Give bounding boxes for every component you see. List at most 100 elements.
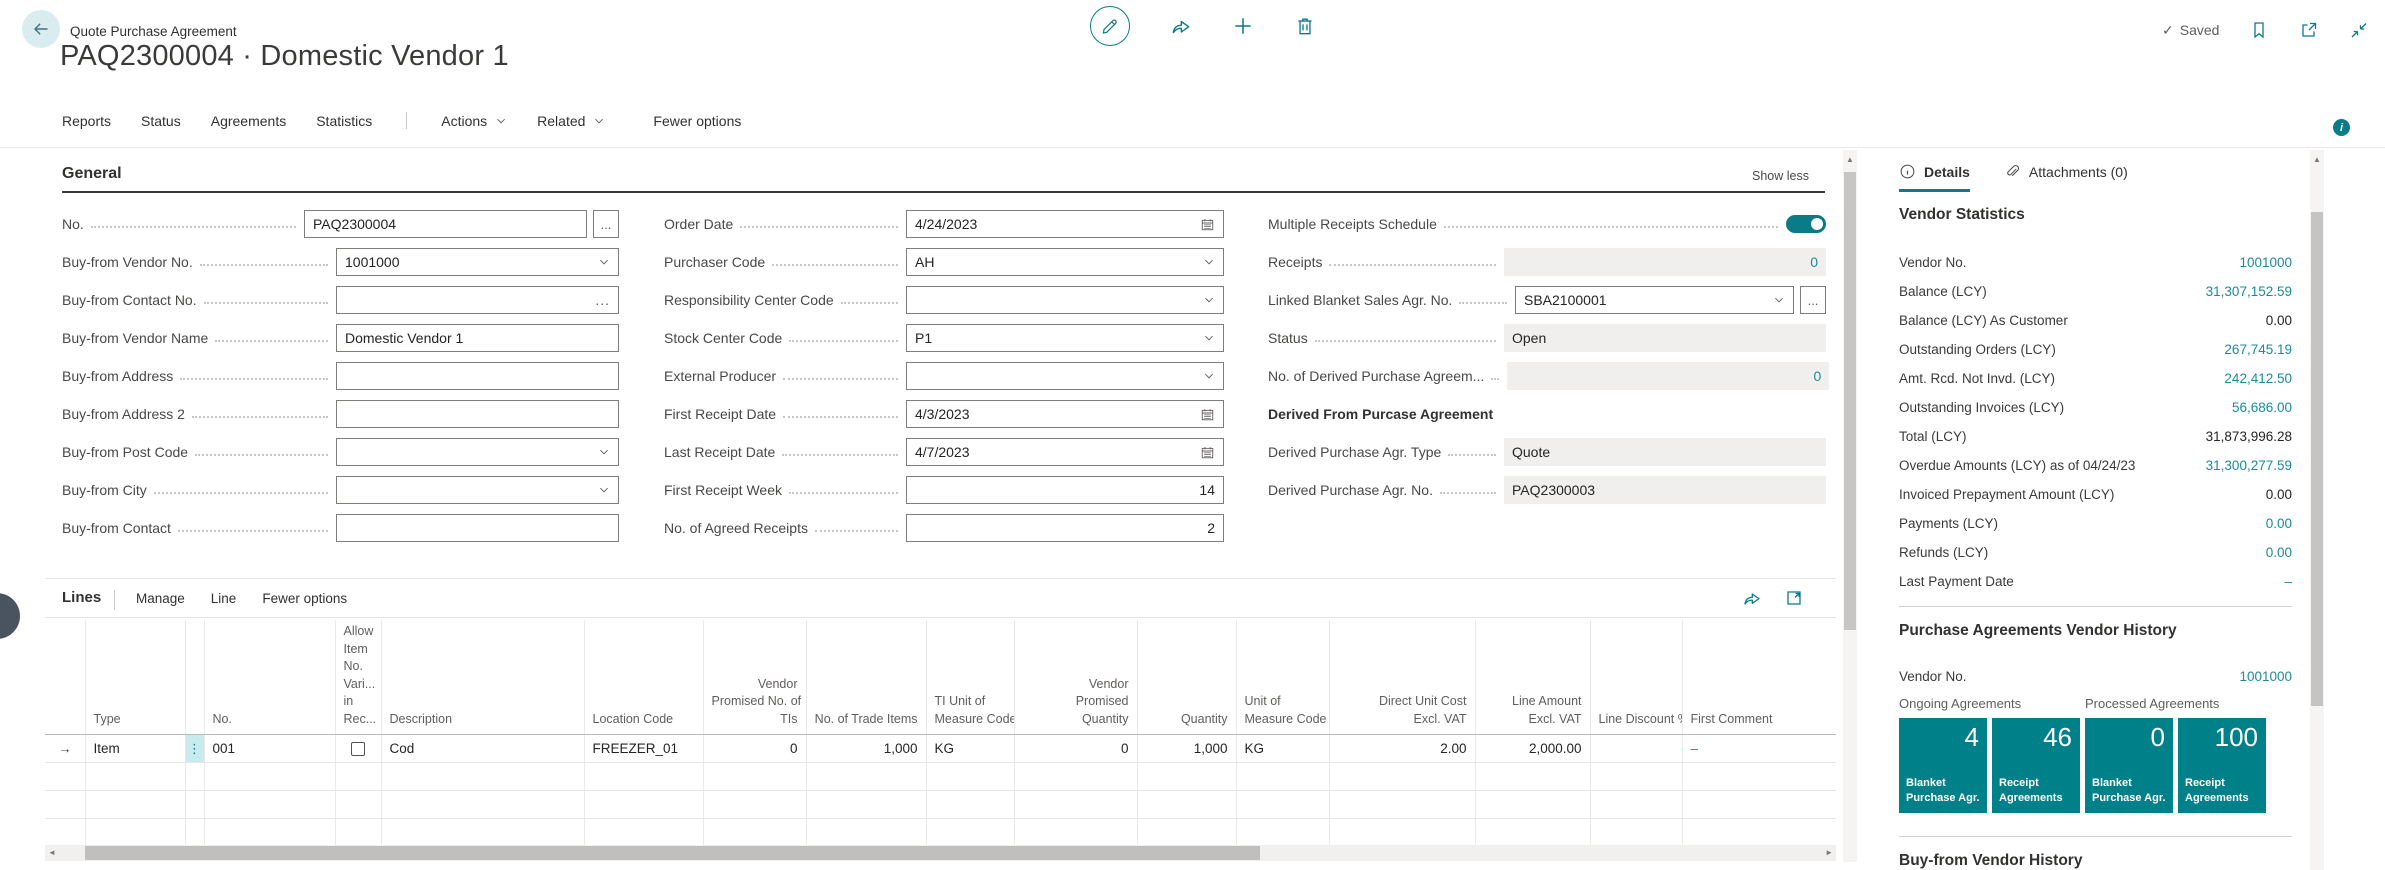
empty-cell[interactable] bbox=[1137, 790, 1237, 819]
general-section-heading[interactable]: General bbox=[62, 165, 122, 183]
chevron-down-icon[interactable] bbox=[598, 256, 610, 268]
empty-cell[interactable] bbox=[204, 790, 336, 819]
first-receipt-week-field[interactable]: 14 bbox=[906, 476, 1224, 504]
menubar-item-agreements[interactable]: Agreements bbox=[211, 113, 286, 129]
column-header-uom[interactable]: Unit of Measure Code bbox=[1236, 620, 1330, 735]
stat-value-link[interactable]: 0.00 bbox=[2266, 516, 2292, 531]
calendar-icon[interactable] bbox=[1200, 445, 1215, 460]
cell-trade_items[interactable]: 1,000 bbox=[806, 734, 927, 763]
empty-cell[interactable] bbox=[335, 762, 382, 791]
menubar-dropdown-related[interactable]: Related bbox=[537, 113, 605, 129]
empty-cell[interactable] bbox=[584, 818, 704, 847]
column-header-allow[interactable]: Allow Item No. Vari... in Rec... bbox=[335, 620, 382, 735]
stat-value-link[interactable]: 31,300,277.59 bbox=[2206, 458, 2292, 473]
lines-menu-line[interactable]: Line bbox=[211, 591, 237, 606]
content-vertical-scrollbar[interactable]: ▲ bbox=[1843, 150, 1857, 862]
purchaser-code-field[interactable]: AH bbox=[906, 248, 1224, 276]
empty-cell[interactable] bbox=[926, 818, 1015, 847]
column-header-description[interactable]: Description bbox=[381, 620, 585, 735]
new-button[interactable] bbox=[1232, 15, 1254, 37]
linked-blanket-sales-agr-no-assist-button[interactable]: ... bbox=[1800, 286, 1826, 314]
row-selector-cell[interactable]: → bbox=[45, 734, 86, 763]
empty-cell[interactable] bbox=[584, 790, 704, 819]
cell-lineamt[interactable]: 2,000.00 bbox=[1475, 734, 1591, 763]
no-assist-button[interactable]: ... bbox=[593, 210, 619, 238]
empty-cell[interactable] bbox=[45, 818, 86, 847]
responsibility-center-code-field[interactable] bbox=[906, 286, 1224, 314]
chevron-down-icon[interactable] bbox=[598, 484, 610, 496]
menubar-item-reports[interactable]: Reports bbox=[62, 113, 111, 129]
buy-from-address-2-field[interactable] bbox=[336, 400, 619, 428]
empty-cell[interactable] bbox=[1682, 762, 1836, 791]
empty-cell[interactable] bbox=[1137, 818, 1237, 847]
scroll-left-arrow-icon[interactable]: ◄ bbox=[48, 845, 56, 861]
empty-cell[interactable] bbox=[1014, 762, 1138, 791]
lines-horizontal-scrollbar[interactable]: ◄ ► bbox=[45, 845, 1836, 861]
buy-from-contact-no-field[interactable]: ... bbox=[336, 286, 619, 314]
column-header-comment[interactable]: First Comment bbox=[1682, 620, 1836, 735]
stat-value-link[interactable]: 242,412.50 bbox=[2224, 371, 2292, 386]
open-in-new-window-button[interactable] bbox=[2299, 20, 2319, 40]
tab-details[interactable]: Details bbox=[1899, 163, 1970, 192]
column-header-location[interactable]: Location Code bbox=[584, 620, 704, 735]
bookmark-button[interactable] bbox=[2249, 20, 2269, 40]
chevron-down-icon[interactable] bbox=[1203, 294, 1215, 306]
cell-vpqty[interactable]: 0 bbox=[1014, 734, 1138, 763]
linked-blanket-sales-agr-no-field[interactable]: SBA2100001 bbox=[1515, 286, 1794, 314]
empty-cell[interactable] bbox=[1014, 790, 1138, 819]
lines-menu-fewer-options[interactable]: Fewer options bbox=[262, 591, 347, 606]
column-header-rowmenu[interactable] bbox=[185, 620, 205, 735]
lines-share-button[interactable] bbox=[1742, 588, 1762, 608]
cell-ducost[interactable]: 2.00 bbox=[1329, 734, 1476, 763]
stat-value-link[interactable]: – bbox=[2284, 574, 2292, 589]
assist-edit-icon[interactable]: ... bbox=[595, 292, 610, 308]
scroll-up-arrow-icon[interactable]: ▲ bbox=[2310, 152, 2324, 168]
cell-description[interactable]: Cod bbox=[381, 734, 585, 763]
chevron-down-icon[interactable] bbox=[1203, 256, 1215, 268]
cell-allow-item-no-variation[interactable] bbox=[335, 734, 382, 763]
empty-cell[interactable] bbox=[204, 762, 336, 791]
factbox-vertical-scrollbar[interactable]: ▲ bbox=[2310, 150, 2324, 870]
order-date-field[interactable]: 4/24/2023 bbox=[906, 210, 1224, 238]
side-panel-handle[interactable] bbox=[0, 593, 20, 639]
external-producer-field[interactable] bbox=[906, 362, 1224, 390]
stat-value-link[interactable]: 0.00 bbox=[2266, 545, 2292, 560]
empty-cell[interactable] bbox=[185, 790, 205, 819]
empty-cell[interactable] bbox=[1137, 762, 1237, 791]
edit-button[interactable] bbox=[1090, 6, 1130, 46]
cell-ti_uom[interactable]: KG bbox=[926, 734, 1015, 763]
empty-cell[interactable] bbox=[335, 790, 382, 819]
menubar-dropdown-actions[interactable]: Actions bbox=[441, 113, 507, 129]
empty-cell[interactable] bbox=[806, 818, 927, 847]
history-tile-receipt-agreements[interactable]: 100 Receipt Agreements bbox=[2178, 718, 2266, 813]
multiple-receipts-schedule-toggle[interactable] bbox=[1786, 215, 1826, 233]
chevron-down-icon[interactable] bbox=[1773, 294, 1785, 306]
empty-cell[interactable] bbox=[1329, 790, 1476, 819]
first-receipt-date-field[interactable]: 4/3/2023 bbox=[906, 400, 1224, 428]
chevron-down-icon[interactable] bbox=[598, 446, 610, 458]
empty-cell[interactable] bbox=[1329, 818, 1476, 847]
empty-cell[interactable] bbox=[703, 818, 807, 847]
empty-cell[interactable] bbox=[1236, 790, 1330, 819]
collapse-button[interactable] bbox=[2349, 20, 2369, 40]
empty-cell[interactable] bbox=[703, 762, 807, 791]
column-header-ti_uom[interactable]: TI Unit of Measure Code bbox=[926, 620, 1015, 735]
delete-button[interactable] bbox=[1294, 15, 1316, 37]
buy-from-address-field[interactable] bbox=[336, 362, 619, 390]
calendar-icon[interactable] bbox=[1200, 407, 1215, 422]
cell-comment[interactable]: – bbox=[1682, 734, 1836, 763]
history-tile-blanket-purchase-agr[interactable]: 0 Blanket Purchase Agr. bbox=[2085, 718, 2173, 813]
notification-info-badge[interactable]: i bbox=[2333, 119, 2350, 136]
empty-cell[interactable] bbox=[204, 818, 336, 847]
cell-no[interactable]: 001 bbox=[204, 734, 336, 763]
cell-linedisc[interactable] bbox=[1590, 734, 1683, 763]
empty-cell[interactable] bbox=[1236, 762, 1330, 791]
empty-cell[interactable] bbox=[45, 762, 86, 791]
tab-attachments[interactable]: Attachments (0) bbox=[2004, 163, 2128, 190]
column-header-lineamt[interactable]: Line Amount Excl. VAT bbox=[1475, 620, 1591, 735]
column-header-vptis[interactable]: Vendor Promised No. of TIs bbox=[703, 620, 807, 735]
empty-cell[interactable] bbox=[185, 818, 205, 847]
checkbox-unchecked-icon[interactable] bbox=[351, 742, 365, 757]
empty-cell[interactable] bbox=[1682, 818, 1836, 847]
empty-cell[interactable] bbox=[1590, 790, 1683, 819]
